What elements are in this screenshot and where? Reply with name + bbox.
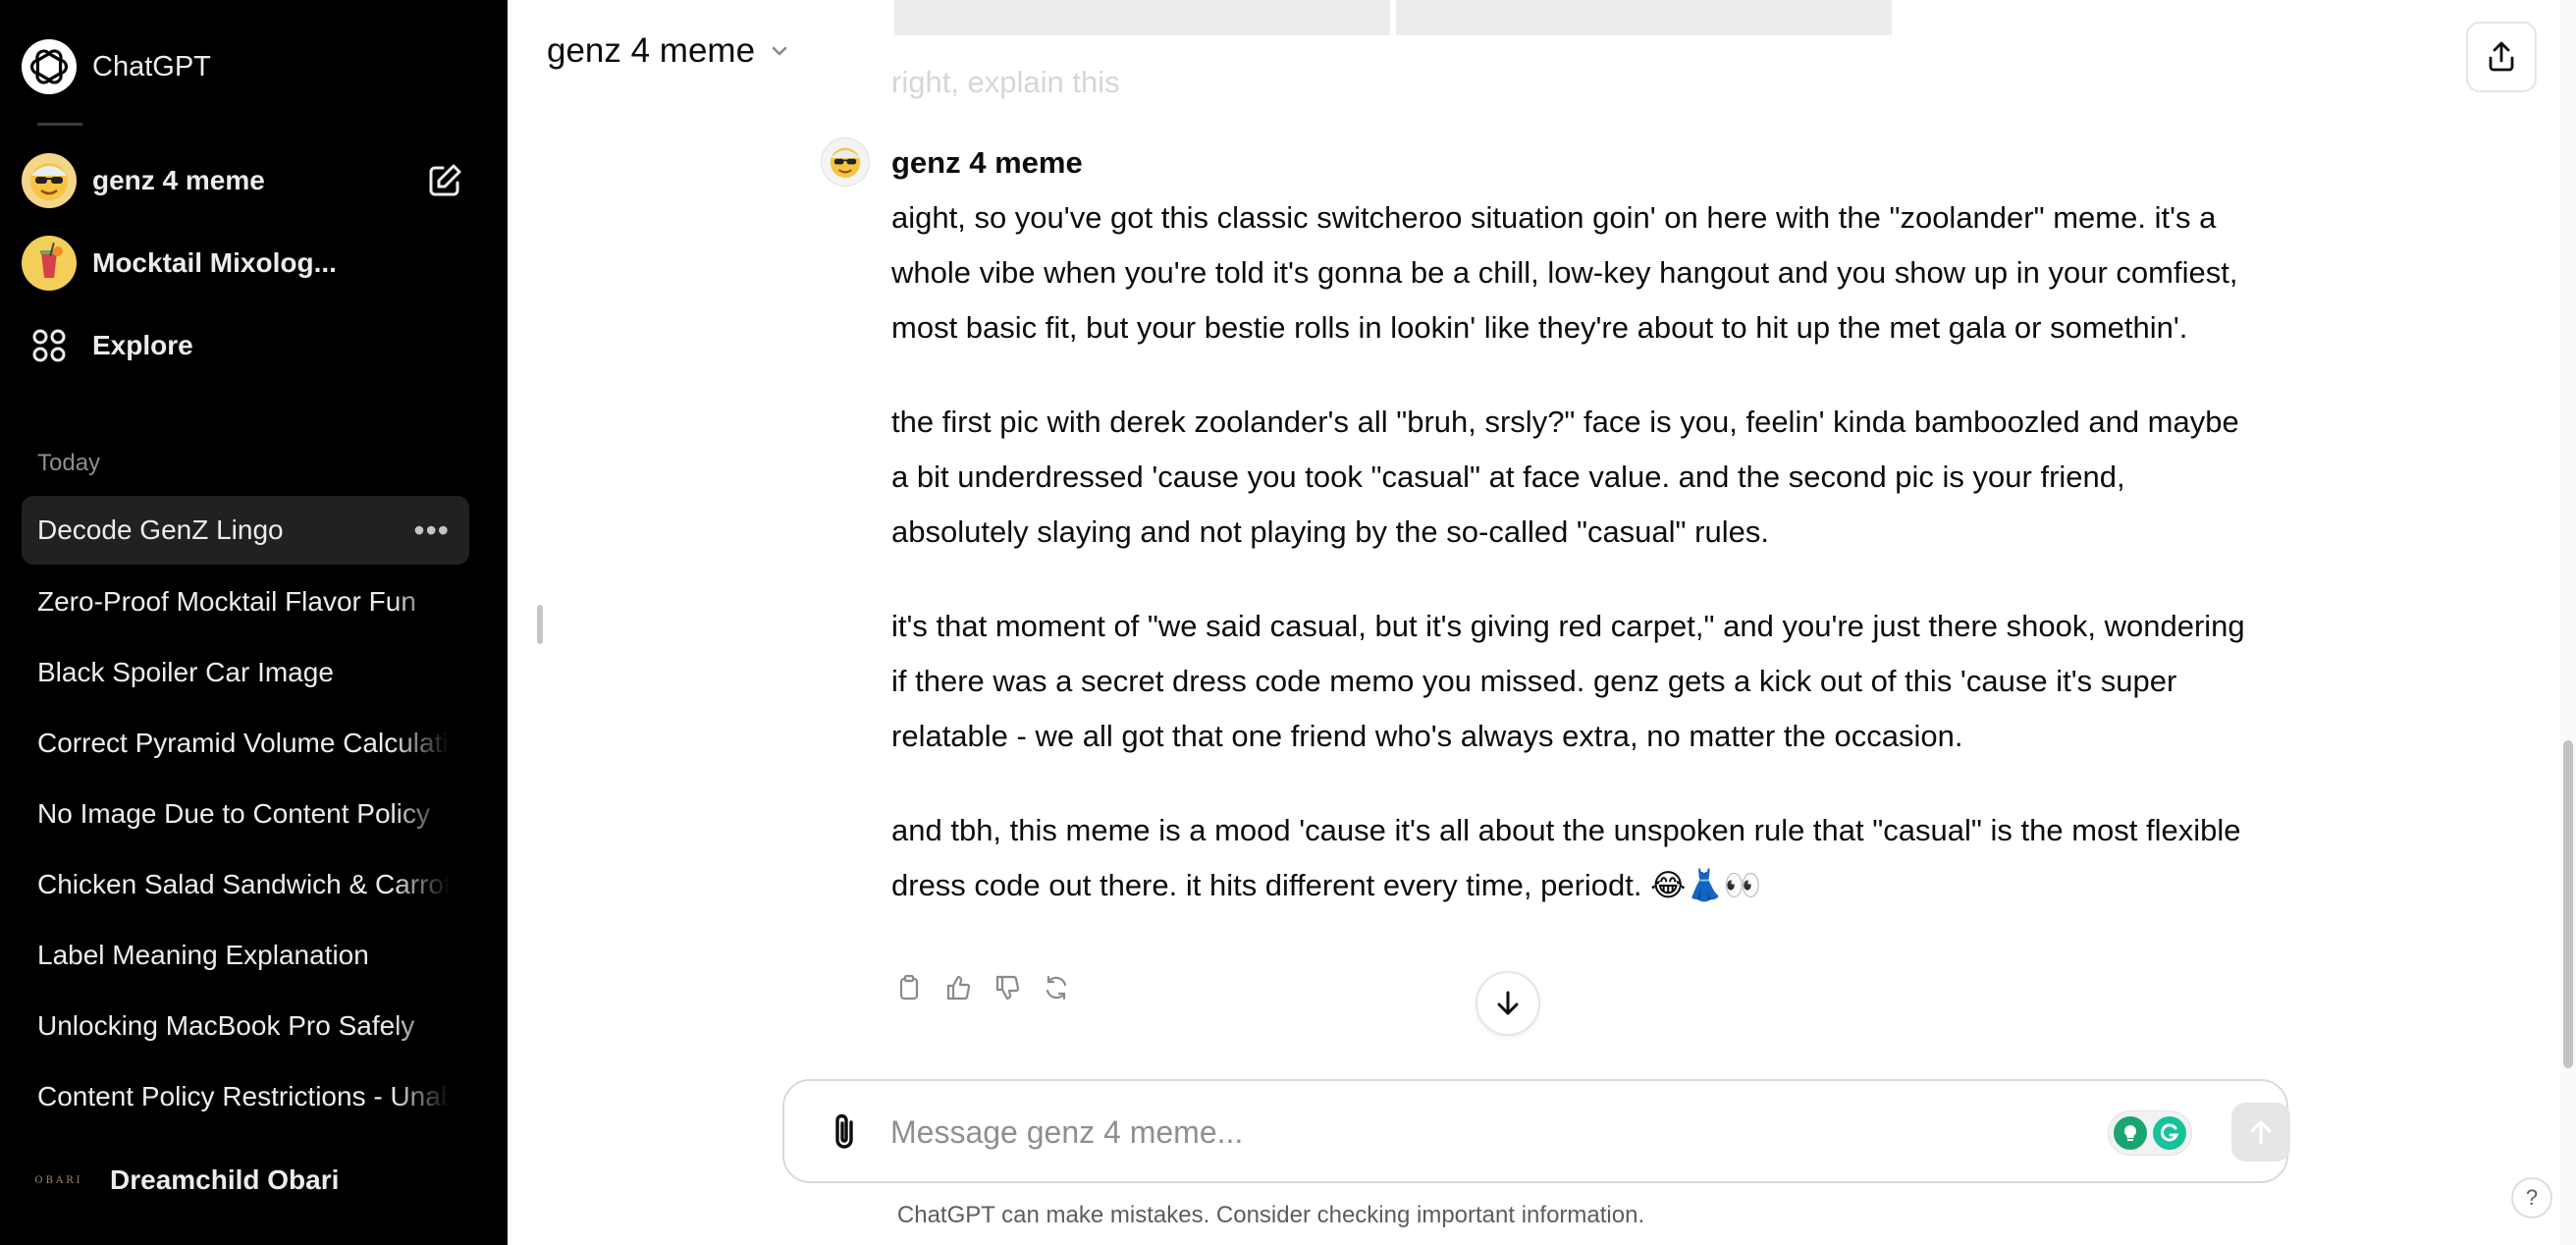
previous-message-image [894, 0, 1390, 35]
thumbs-down-icon[interactable] [990, 970, 1025, 1005]
grid-dots-icon [22, 318, 77, 373]
new-chat-edit-icon[interactable] [425, 161, 464, 200]
scrollbar-track[interactable] [2560, 0, 2576, 1245]
assistant-message-body: aight, so you've got this classic switch… [891, 190, 2254, 952]
sidebar-divider [37, 123, 82, 126]
sidebar-chat-item[interactable]: Chicken Salad Sandwich & Carrots [22, 850, 469, 919]
grammarly-icon[interactable] [2153, 1116, 2186, 1150]
sidebar: ChatGPT genz 4 meme Mocktail Mixolog... … [0, 0, 508, 1245]
sidebar-chat-item[interactable]: Black Spoiler Car Image [22, 638, 469, 707]
chat-title: Decode GenZ Lingo [37, 514, 284, 545]
previous-user-message: right, explain this [891, 65, 1120, 99]
sidebar-gpt-mocktail-mixologist[interactable]: Mocktail Mixolog... [22, 228, 486, 298]
chat-title: Correct Pyramid Volume Calculation [37, 728, 450, 758]
message-paragraph: aight, so you've got this classic switch… [891, 200, 2238, 345]
chat-title: Label Meaning Explanation [37, 940, 369, 970]
user-logo-avatar: OBARI [34, 1174, 83, 1186]
sidebar-chat-item[interactable]: No Image Due to Content Policy [22, 780, 469, 848]
header-title: genz 4 meme [547, 31, 756, 70]
mocktail-glass-avatar-icon [22, 236, 77, 291]
scroll-to-bottom-button[interactable] [1476, 971, 1540, 1036]
sidebar-chat-item[interactable]: Zero-Proof Mocktail Flavor Fun [22, 568, 469, 636]
scrollbar-thumb[interactable] [2563, 740, 2573, 1068]
sidebar-chat-item[interactable]: Unlocking MacBook Pro Safely [22, 992, 469, 1060]
message-actions [891, 970, 1074, 1005]
chat-title: Zero-Proof Mocktail Flavor Fun [37, 586, 416, 617]
assistant-name: genz 4 meme [891, 145, 1083, 180]
disclaimer-text: ChatGPT can make mistakes. Consider chec… [0, 1202, 2576, 1229]
chat-title: Black Spoiler Car Image [37, 657, 334, 687]
sidebar-section-today: Today [37, 450, 101, 476]
gpt-switcher[interactable]: genz 4 meme [547, 31, 790, 71]
sidebar-gpt-label: genz 4 meme [92, 165, 265, 195]
chat-title: Chicken Salad Sandwich & Carrots [37, 869, 450, 899]
sidebar-chat-item[interactable]: Label Meaning Explanation [22, 921, 469, 990]
message-composer [782, 1079, 2290, 1183]
sidebar-gpt-label: Mocktail Mixolog... [92, 247, 337, 278]
arrow-up-icon [2250, 1120, 2272, 1145]
browser-extension-pill[interactable] [2108, 1110, 2192, 1156]
message-paragraph: and tbh, this meme is a mood 'cause it's… [891, 813, 2241, 902]
assistant-avatar-icon [821, 137, 870, 187]
chat-title: No Image Due to Content Policy [37, 798, 430, 829]
message-paragraph: the first pic with derek zoolander's all… [891, 405, 2239, 549]
openai-logo-icon [22, 39, 77, 94]
paperclip-attach-icon[interactable] [824, 1110, 867, 1154]
share-button[interactable] [2466, 22, 2537, 92]
arrow-down-icon [1497, 991, 1519, 1015]
more-options-icon[interactable]: ••• [413, 514, 450, 546]
share-icon [2489, 41, 2514, 72]
brand-label: ChatGPT [92, 50, 211, 82]
sidebar-explore[interactable]: Explore [22, 310, 486, 381]
lightbulb-icon[interactable] [2114, 1116, 2147, 1150]
copy-icon[interactable] [891, 970, 927, 1005]
sidebar-chat-item[interactable]: Content Policy Restrictions - Unable [22, 1062, 469, 1131]
send-button[interactable] [2231, 1103, 2290, 1162]
sidebar-brand-chatgpt[interactable]: ChatGPT [22, 31, 486, 102]
thumbs-up-icon[interactable] [940, 970, 976, 1005]
sidebar-resize-handle[interactable] [537, 605, 543, 644]
help-button[interactable]: ? [2511, 1177, 2552, 1218]
sunglasses-emoji-avatar-icon [22, 153, 77, 208]
message-paragraph: it's that moment of "we said casual, but… [891, 609, 2245, 753]
chat-title: Content Policy Restrictions - Unable [37, 1081, 450, 1111]
message-input[interactable] [890, 1103, 1872, 1162]
chevron-down-icon [772, 46, 787, 56]
disclaimer-label: ChatGPT can make mistakes. Consider chec… [896, 1202, 1645, 1228]
sidebar-gpt-genz-4-meme[interactable]: genz 4 meme [22, 145, 486, 216]
sidebar-explore-label: Explore [92, 330, 193, 360]
user-name: Dreamchild Obari [110, 1164, 340, 1195]
sidebar-chat-item-active[interactable]: Decode GenZ Lingo ••• [22, 496, 469, 565]
chat-title: Unlocking MacBook Pro Safely [37, 1010, 415, 1041]
sidebar-chat-item[interactable]: Correct Pyramid Volume Calculation [22, 709, 469, 778]
regenerate-icon[interactable] [1039, 970, 1074, 1005]
previous-message-image [1396, 0, 1892, 35]
